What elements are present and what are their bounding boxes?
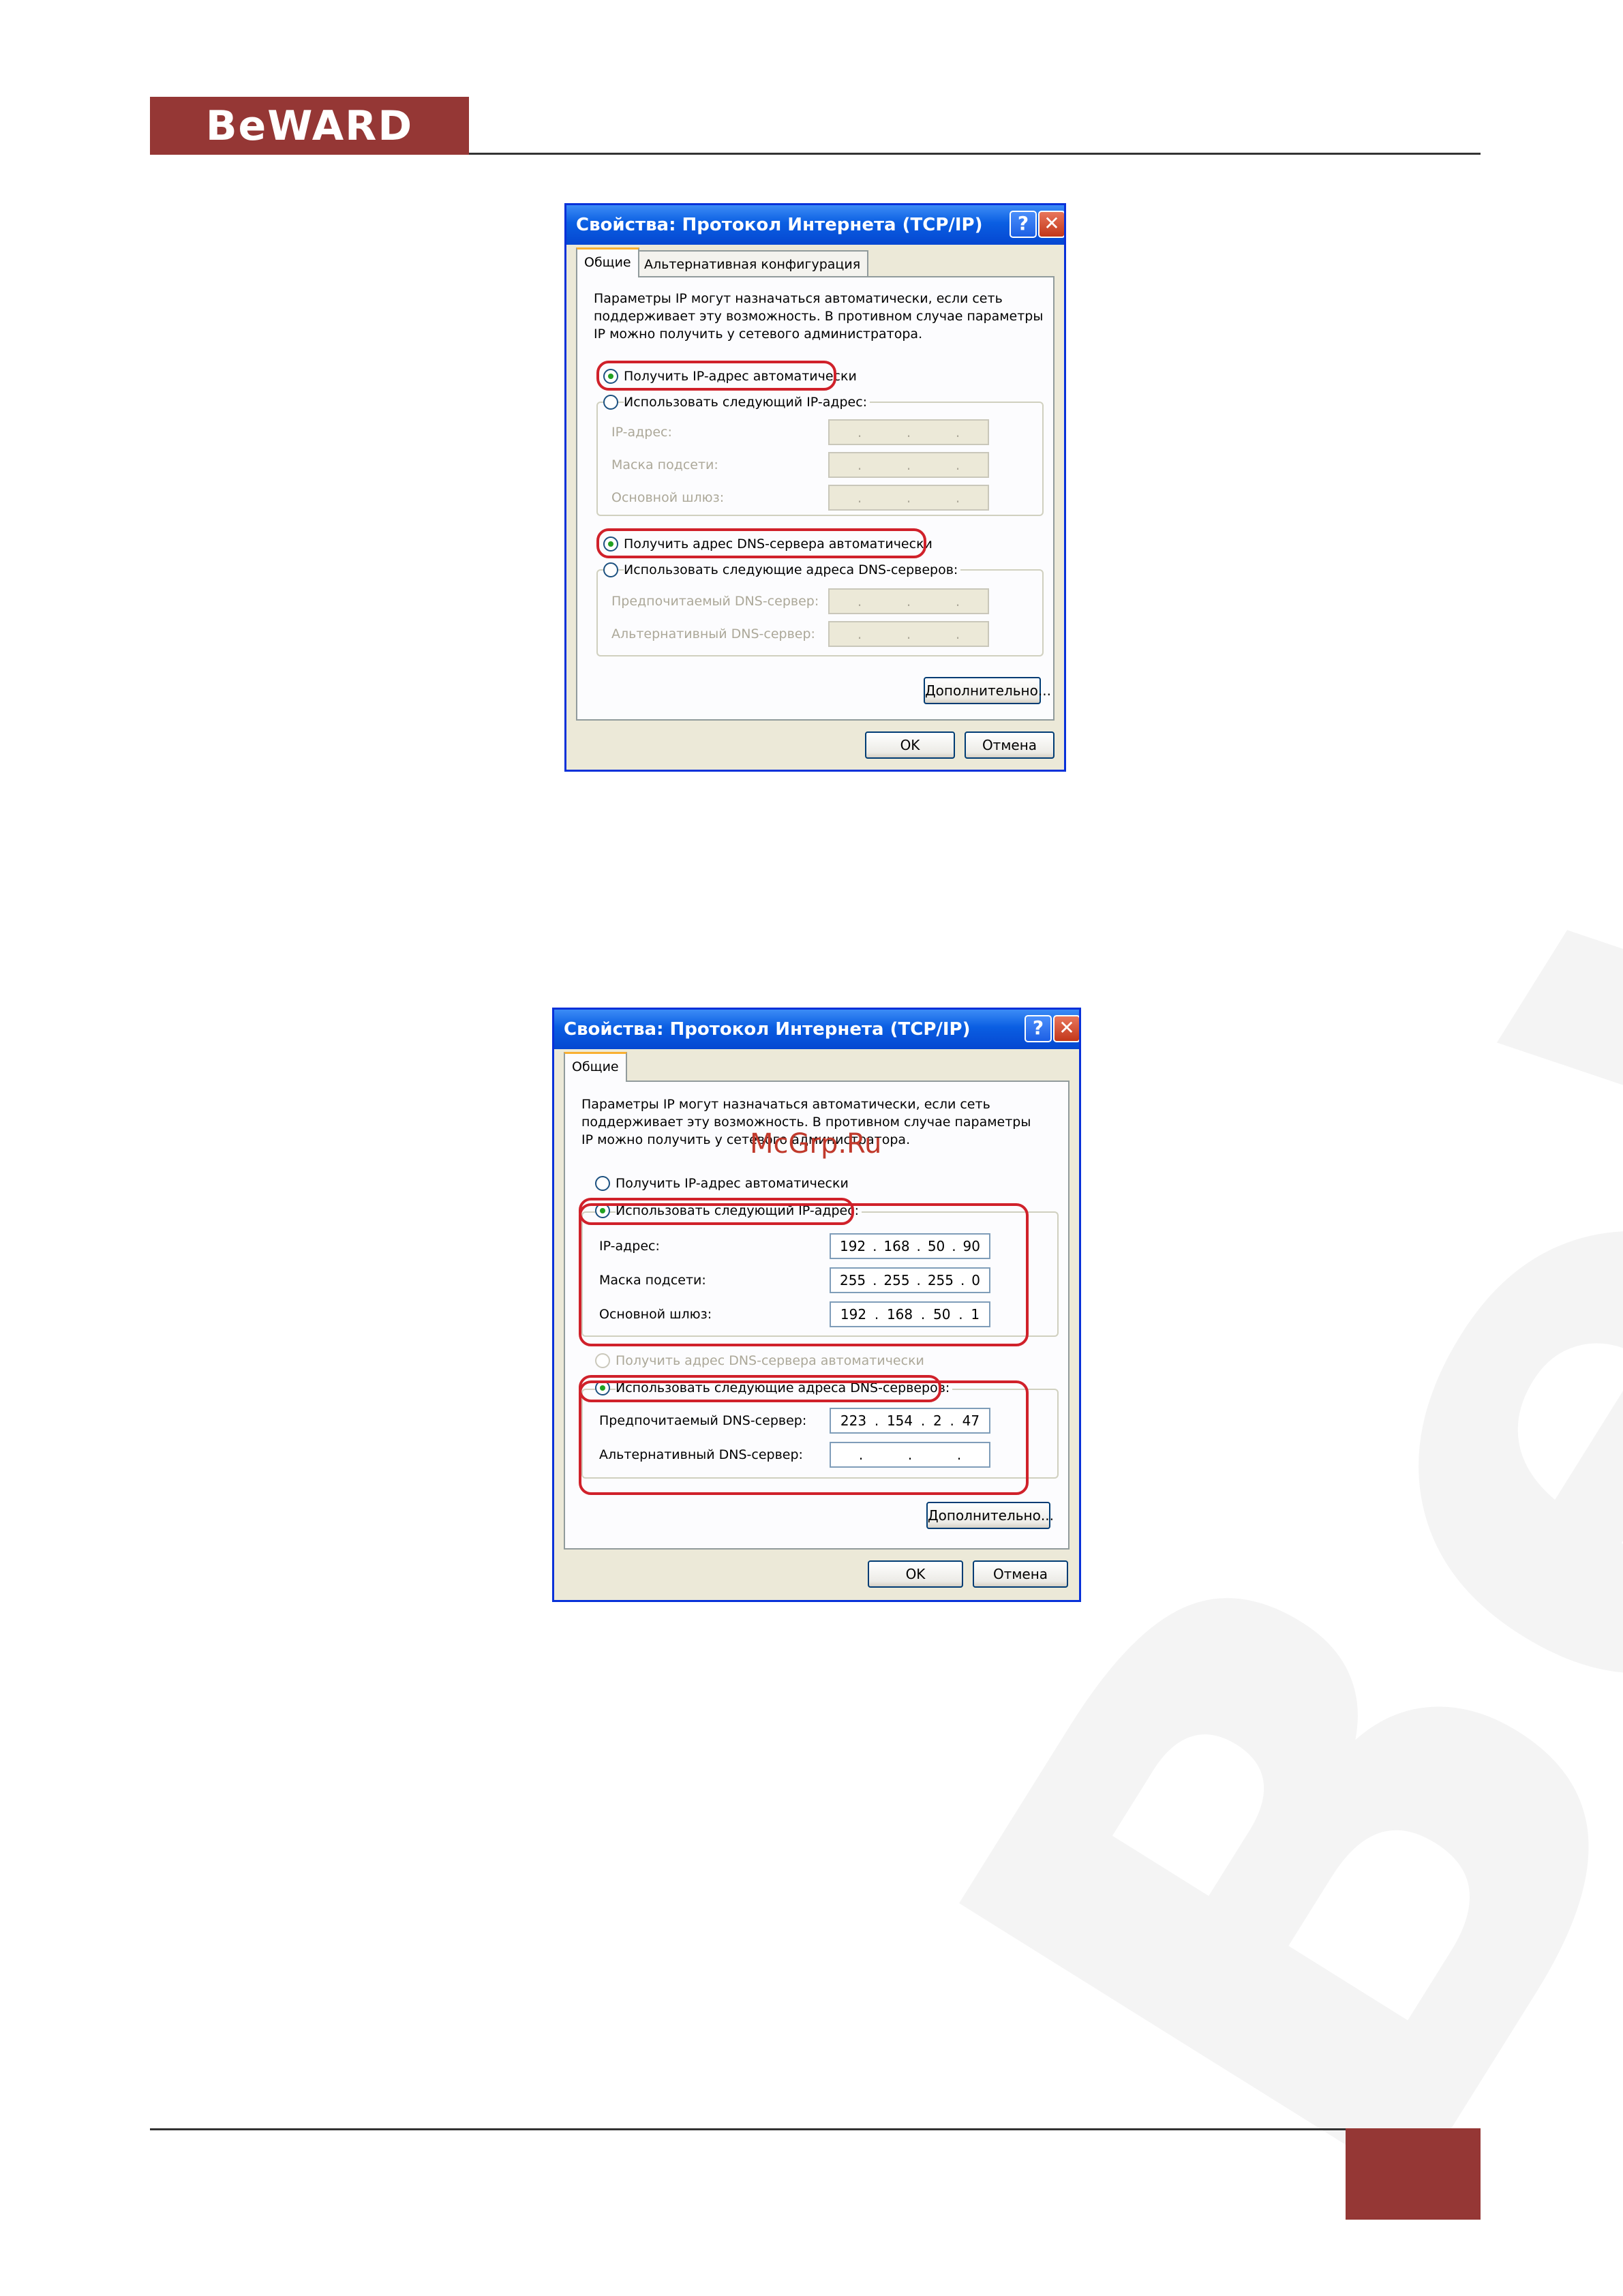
tab-general[interactable]: Общие bbox=[564, 1052, 627, 1082]
radio-ip-auto-label[interactable]: Получить IP-адрес автоматически bbox=[616, 1175, 849, 1192]
radio-dns-manual-label[interactable]: Использовать следующие адреса DNS-сервер… bbox=[624, 561, 961, 579]
ip-address-input[interactable]: ... bbox=[828, 419, 989, 445]
radio-ip-manual[interactable] bbox=[603, 395, 618, 410]
help-icon: ? bbox=[1032, 1016, 1044, 1039]
advanced-button[interactable]: Дополнительно... bbox=[924, 677, 1051, 704]
tab-label: Общие bbox=[584, 255, 631, 270]
description-line: поддерживает эту возможность. В противно… bbox=[594, 309, 1044, 324]
footer-rule bbox=[150, 2128, 1346, 2130]
mask-label: Маска подсети: bbox=[611, 457, 718, 472]
close-button[interactable]: ✕ bbox=[1038, 211, 1064, 238]
help-icon: ? bbox=[1017, 212, 1029, 235]
site-watermark: McGrp.Ru bbox=[750, 1128, 882, 1160]
tcpip-dialog-manual: Свойства: Протокол Интернета (TCP/IP) ? … bbox=[552, 1008, 1081, 1602]
radio-ip-auto[interactable] bbox=[595, 1176, 610, 1191]
highlight-dns-auto bbox=[596, 528, 926, 558]
tab-alternate-config[interactable]: Альтернативная конфигурация bbox=[636, 250, 869, 277]
description-line: IP можно получить у сетевого администрат… bbox=[594, 327, 923, 342]
dialog-title-bar[interactable]: Свойства: Протокол Интернета (TCP/IP) bbox=[566, 205, 1064, 245]
subnet-mask-input[interactable]: ... bbox=[828, 452, 989, 478]
advanced-button[interactable]: Дополнительно... bbox=[926, 1502, 1054, 1529]
cancel-button[interactable]: Отмена bbox=[965, 731, 1055, 759]
description-line: Параметры IP могут назначаться автоматич… bbox=[594, 291, 1003, 306]
logo-text: BeWARD bbox=[205, 102, 414, 150]
dns-pref-label: Предпочитаемый DNS-сервер: bbox=[611, 594, 819, 609]
ip-label: IP-адрес: bbox=[611, 425, 672, 440]
highlight-ip-fields bbox=[579, 1203, 1029, 1346]
close-icon: ✕ bbox=[1044, 212, 1060, 235]
close-icon: ✕ bbox=[1059, 1016, 1075, 1039]
radio-dns-auto[interactable] bbox=[595, 1353, 610, 1368]
tab-label: Альтернативная конфигурация bbox=[644, 257, 861, 272]
radio-dns-manual[interactable] bbox=[603, 562, 618, 577]
radio-ip-manual-label[interactable]: Использовать следующий IP-адрес: bbox=[624, 393, 870, 411]
highlight-dns-fields bbox=[579, 1380, 1029, 1495]
tab-general[interactable]: Общие bbox=[576, 247, 639, 277]
help-button[interactable]: ? bbox=[1025, 1015, 1052, 1042]
ok-button[interactable]: OK bbox=[868, 1560, 963, 1588]
brand-logo: BeWARD bbox=[150, 97, 469, 155]
dns-pref-input[interactable]: ... bbox=[828, 588, 989, 614]
gateway-label: Основной шлюз: bbox=[611, 490, 725, 505]
dialog-title-bar[interactable]: Свойства: Протокол Интернета (TCP/IP) bbox=[554, 1010, 1079, 1049]
gateway-input[interactable]: ... bbox=[828, 485, 989, 511]
tab-label: Общие bbox=[572, 1059, 619, 1074]
tcpip-dialog-auto: Свойства: Протокол Интернета (TCP/IP) ? … bbox=[564, 203, 1066, 772]
close-button[interactable]: ✕ bbox=[1053, 1015, 1079, 1042]
help-button[interactable]: ? bbox=[1010, 211, 1037, 238]
ok-button[interactable]: OK bbox=[865, 731, 955, 759]
footer-page-box bbox=[1346, 2128, 1481, 2220]
dialog-title: Свойства: Протокол Интернета (TCP/IP) bbox=[564, 1019, 971, 1040]
dns-alt-label: Альтернативный DNS-сервер: bbox=[611, 626, 815, 641]
dialog-title: Свойства: Протокол Интернета (TCP/IP) bbox=[576, 215, 983, 235]
cancel-button[interactable]: Отмена bbox=[973, 1560, 1068, 1588]
description-line: Параметры IP могут назначаться автоматич… bbox=[581, 1097, 990, 1112]
radio-dns-auto-label[interactable]: Получить адрес DNS-сервера автоматически bbox=[616, 1352, 924, 1370]
header-rule bbox=[469, 153, 1481, 155]
dns-alt-input[interactable]: ... bbox=[828, 621, 989, 647]
highlight-ip-auto bbox=[596, 361, 836, 391]
